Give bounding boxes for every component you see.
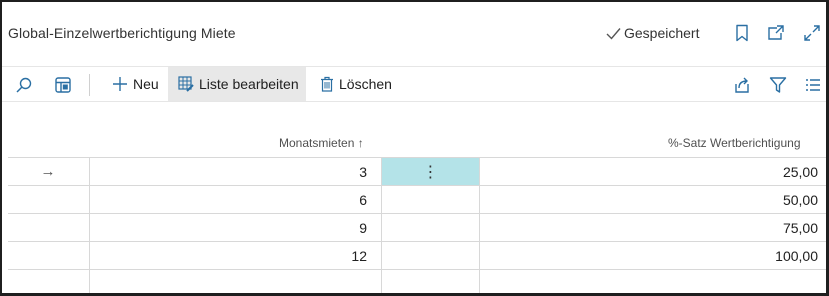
page-title: Global-Einzelwertberichtigung Miete: [8, 25, 236, 41]
table-row[interactable]: 9 75,00: [8, 213, 826, 241]
row-actions-menu-icon[interactable]: ⋮: [382, 158, 479, 185]
trash-icon: [321, 76, 333, 92]
search-icon[interactable]: [14, 75, 34, 95]
toolbar-separator: [89, 74, 90, 96]
rate-cell[interactable]: 75,00: [480, 214, 818, 241]
saved-status-label: Gespeichert: [624, 25, 700, 41]
share-icon[interactable]: [732, 75, 752, 95]
rate-cell[interactable]: 100,00: [480, 242, 818, 269]
page-header: Global-Einzelwertberichtigung Miete Gesp…: [2, 2, 826, 66]
expand-icon[interactable]: [803, 24, 821, 42]
delete-button[interactable]: Löschen: [316, 67, 396, 101]
column-header-rate[interactable]: %-Satz Wertberichtigung: [668, 136, 801, 150]
bookmark-icon[interactable]: [733, 24, 751, 42]
delete-button-label: Löschen: [339, 76, 392, 92]
rate-cell[interactable]: 50,00: [480, 186, 818, 213]
edit-list-button-label: Liste bearbeiten: [199, 76, 299, 92]
filter-icon[interactable]: [768, 75, 788, 95]
edit-list-button[interactable]: Liste bearbeiten: [168, 67, 306, 101]
checkmark-icon: [606, 27, 621, 40]
plus-icon: [113, 77, 127, 91]
sort-ascending-icon: ↑: [357, 136, 364, 150]
rate-cell[interactable]: [480, 270, 818, 293]
list-view-icon[interactable]: [803, 75, 823, 95]
column-header-months-label: Monatsmieten: [279, 136, 355, 150]
edit-list-icon: [178, 76, 194, 92]
months-cell[interactable]: 3: [90, 158, 367, 185]
saved-status: Gespeichert: [606, 25, 699, 41]
months-cell[interactable]: 6: [90, 186, 367, 213]
table-row-empty[interactable]: [8, 269, 826, 293]
column-header-months[interactable]: Monatsmieten ↑: [279, 136, 364, 150]
show-details-icon[interactable]: [53, 75, 73, 95]
window-frame: Global-Einzelwertberichtigung Miete Gesp…: [0, 0, 829, 296]
new-button-label: Neu: [133, 76, 159, 92]
table-row[interactable]: 12 100,00: [8, 241, 826, 269]
action-toolbar: Neu Liste bearbeiten Löschen: [2, 66, 826, 102]
open-new-window-icon[interactable]: [767, 24, 785, 42]
months-cell[interactable]: 9: [90, 214, 367, 241]
current-row-arrow-icon: →: [40, 163, 56, 180]
months-cell[interactable]: [90, 270, 367, 293]
rate-cell[interactable]: 25,00: [480, 158, 818, 185]
months-cell[interactable]: 12: [90, 242, 367, 269]
table-row[interactable]: → 3 ⋮ 25,00: [8, 157, 826, 185]
table-row[interactable]: 6 50,00: [8, 185, 826, 213]
new-button[interactable]: Neu: [106, 67, 165, 101]
